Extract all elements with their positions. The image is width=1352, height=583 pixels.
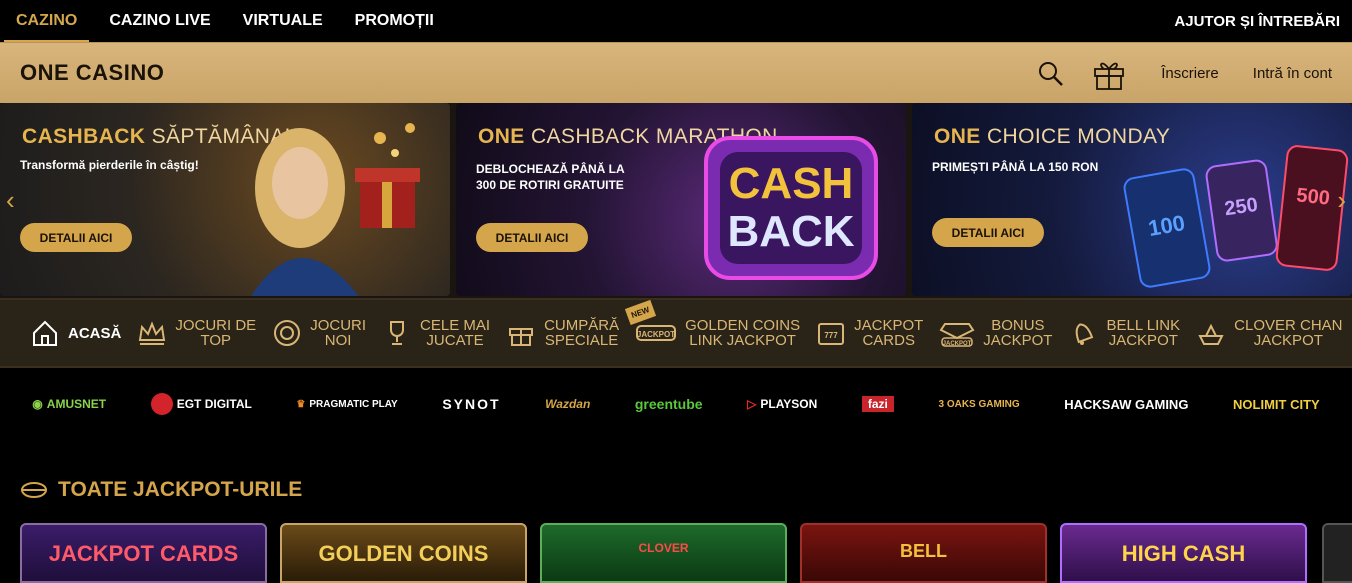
promo-banner-cashback[interactable]: CASHBACK SĂPTĂMÂNAL Transformă pierderil…: [0, 103, 450, 296]
gift-icon: [509, 328, 534, 346]
category-golden-coins-jackpot[interactable]: NEW JACKPOT GOLDEN COINS LINK JACKPOT: [624, 299, 808, 366]
provider-playson[interactable]: ▷ PLAYSON: [747, 397, 817, 411]
category-label: GOLDEN COINS LINK JACKPOT: [685, 317, 801, 349]
login-link[interactable]: Intră în cont: [1253, 65, 1332, 82]
category-label: BELL LINK JACKPOT: [1106, 317, 1181, 349]
signup-link[interactable]: Înscriere: [1161, 65, 1219, 82]
diamond-jackpot-icon: JACKPOT: [939, 323, 975, 347]
jackpots-section-title: TOATE JACKPOT-URILE: [20, 478, 302, 502]
jackpot-ring-icon: [21, 482, 47, 498]
game-tile-high-cash[interactable]: HIGH CASH: [1060, 523, 1307, 583]
header-actions: Înscriere Intră în cont: [1033, 43, 1332, 104]
category-label: ACASĂ: [68, 324, 122, 342]
eye-logo-icon: ◉: [32, 397, 43, 411]
provider-fazi[interactable]: fazi: [861, 396, 894, 412]
game-tile-golden-coins[interactable]: GOLDEN COINS: [280, 523, 527, 583]
category-label: CUMPĂRĂ SPECIALE: [544, 317, 620, 349]
category-label: JOCURI NOI: [310, 317, 367, 349]
tab-cazino-live[interactable]: CAZINO LIVE: [93, 0, 226, 42]
svg-text:250: 250: [1223, 194, 1259, 220]
svg-text:BACK: BACK: [727, 207, 854, 256]
svg-text:777: 777: [824, 331, 838, 340]
category-nav: ACASĂ JOCURI DE TOP JOCURI NOI CELE MAI JUC…: [0, 298, 1352, 368]
category-bonus-jackpot[interactable]: JACKPOT BONUS JACKPOT: [931, 300, 1060, 366]
provider-synot[interactable]: SYNOT: [442, 396, 500, 412]
category-top-games[interactable]: JOCURI DE TOP: [129, 300, 264, 366]
gift-icon[interactable]: [1091, 56, 1127, 92]
slot-777-icon: 777: [818, 323, 845, 345]
provider-pragmatic-play[interactable]: ♛ PRAGMATIC PLAY: [296, 399, 397, 410]
tab-virtuale[interactable]: VIRTUALE: [227, 0, 339, 42]
category-label: JOCURI DE TOP: [175, 317, 257, 349]
top-nav: CAZINO CAZINO LIVE VIRTUALE PROMOȚII: [0, 0, 450, 42]
promo-banner-cashback-marathon[interactable]: ONE CASHBACK MARATHON DEBLOCHEAZĂ PÂNĂ L…: [456, 103, 906, 296]
trophy-icon: [390, 321, 405, 345]
jackpot-icon: JACKPOT: [636, 325, 677, 341]
bell-icon: [1076, 323, 1094, 345]
game-tile-clover[interactable]: CLOVER: [540, 523, 787, 583]
tab-promotii[interactable]: PROMOȚII: [339, 0, 450, 42]
category-label: CELE MAI JUCATE: [420, 317, 491, 349]
category-clover-chance-jackpot[interactable]: CLOVER CHAN JACKPOT: [1188, 300, 1350, 366]
category-label: JACKPOT CARDS: [854, 317, 924, 349]
category-bell-link-jackpot[interactable]: BELL LINK JACKPOT: [1060, 300, 1188, 366]
category-most-played[interactable]: CELE MAI JUCATE: [374, 300, 498, 366]
svg-text:JACKPOT: JACKPOT: [943, 341, 972, 347]
provider-3-oaks-gaming[interactable]: 3 OAKS GAMING: [939, 399, 1020, 410]
help-link[interactable]: AJUTOR ȘI ÎNTREBĂRI: [1174, 0, 1340, 42]
promo-carousel: CASHBACK SĂPTĂMÂNAL Transformă pierderil…: [0, 103, 1352, 298]
game-tile-bell[interactable]: BELL: [800, 523, 1047, 583]
crown-logo-icon: ♛: [296, 398, 306, 410]
bonus-cards-illustration: 100 250 500: [1123, 145, 1349, 288]
site-logo[interactable]: ONE CASINO: [20, 60, 164, 86]
category-new-games[interactable]: JOCURI NOI: [264, 300, 374, 366]
provider-nolimit-city[interactable]: NOLIMIT CITY: [1233, 397, 1320, 412]
category-label: CLOVER CHAN JACKPOT: [1234, 317, 1343, 349]
category-buy-specials[interactable]: CUMPĂRĂ SPECIALE: [498, 300, 627, 366]
category-home[interactable]: ACASĂ: [0, 300, 129, 366]
promo-banner-choice-monday[interactable]: ONE CHOICE MONDAY PRIMEȘTI PÂNĂ LA 150 R…: [912, 103, 1352, 296]
svg-text:CASH: CASH: [729, 159, 854, 208]
clover-pot-icon: [1198, 323, 1224, 345]
banner-details-button[interactable]: DETALII AICI: [20, 223, 132, 252]
provider-wazdan[interactable]: Wazdan: [545, 397, 590, 411]
provider-amusnet[interactable]: ◉ AMUSNET: [32, 397, 106, 411]
crown-icon: [139, 321, 166, 345]
woman-with-gift-illustration: [251, 123, 420, 296]
jackpot-games-row: JACKPOT CARDS GOLDEN COINS CLOVER BELL H…: [20, 523, 1307, 583]
chip-icon: [274, 320, 301, 346]
carousel-next-icon[interactable]: ›: [1337, 185, 1346, 216]
home-icon: [33, 320, 57, 346]
provider-strip: ◉ AMUSNET EGT DIGITAL ♛ PRAGMATIC PLAY SYN…: [0, 368, 1352, 440]
banner-subtitle: PRIMEȘTI PÂNĂ LA 150 RON: [932, 160, 1099, 174]
search-icon[interactable]: [1033, 56, 1069, 92]
svg-text:JACKPOT: JACKPOT: [637, 330, 675, 339]
category-label: BONUS JACKPOT: [983, 317, 1053, 349]
provider-hacksaw-gaming[interactable]: HACKSAW GAMING: [1064, 397, 1188, 412]
game-tile-jackpot-cards[interactable]: JACKPOT CARDS: [20, 523, 267, 583]
provider-greentube[interactable]: greentube: [635, 396, 703, 412]
top-bar: CAZINO CAZINO LIVE VIRTUALE PROMOȚII AJU…: [0, 0, 1352, 42]
cashback-neon-illustration: CASH BACK: [704, 136, 878, 280]
tab-cazino[interactable]: CAZINO: [0, 0, 93, 42]
banner-subtitle-line2: 300 DE ROTIRI GRATUITE: [476, 178, 624, 192]
egt-logo-icon: [150, 393, 173, 415]
banner-details-button[interactable]: DETALII AICI: [932, 218, 1044, 247]
game-tile-partial[interactable]: [1322, 523, 1352, 583]
banner-subtitle: Transformă pierderile în câștig!: [20, 158, 199, 172]
site-header: ONE CASINO Înscriere Intră în cont: [0, 42, 1352, 103]
carousel-prev-icon[interactable]: ‹: [6, 185, 15, 216]
category-jackpot-cards[interactable]: 777 JACKPOT CARDS: [808, 300, 931, 366]
banner-details-button[interactable]: DETALII AICI: [476, 223, 588, 252]
svg-text:500: 500: [1295, 184, 1330, 209]
section-title-text: TOATE JACKPOT-URILE: [58, 478, 303, 501]
provider-egt-digital[interactable]: EGT DIGITAL: [150, 393, 252, 415]
play-logo-icon: ▷: [747, 397, 757, 411]
banner-subtitle-line1: DEBLOCHEAZĂ PÂNĂ LA: [476, 162, 625, 176]
